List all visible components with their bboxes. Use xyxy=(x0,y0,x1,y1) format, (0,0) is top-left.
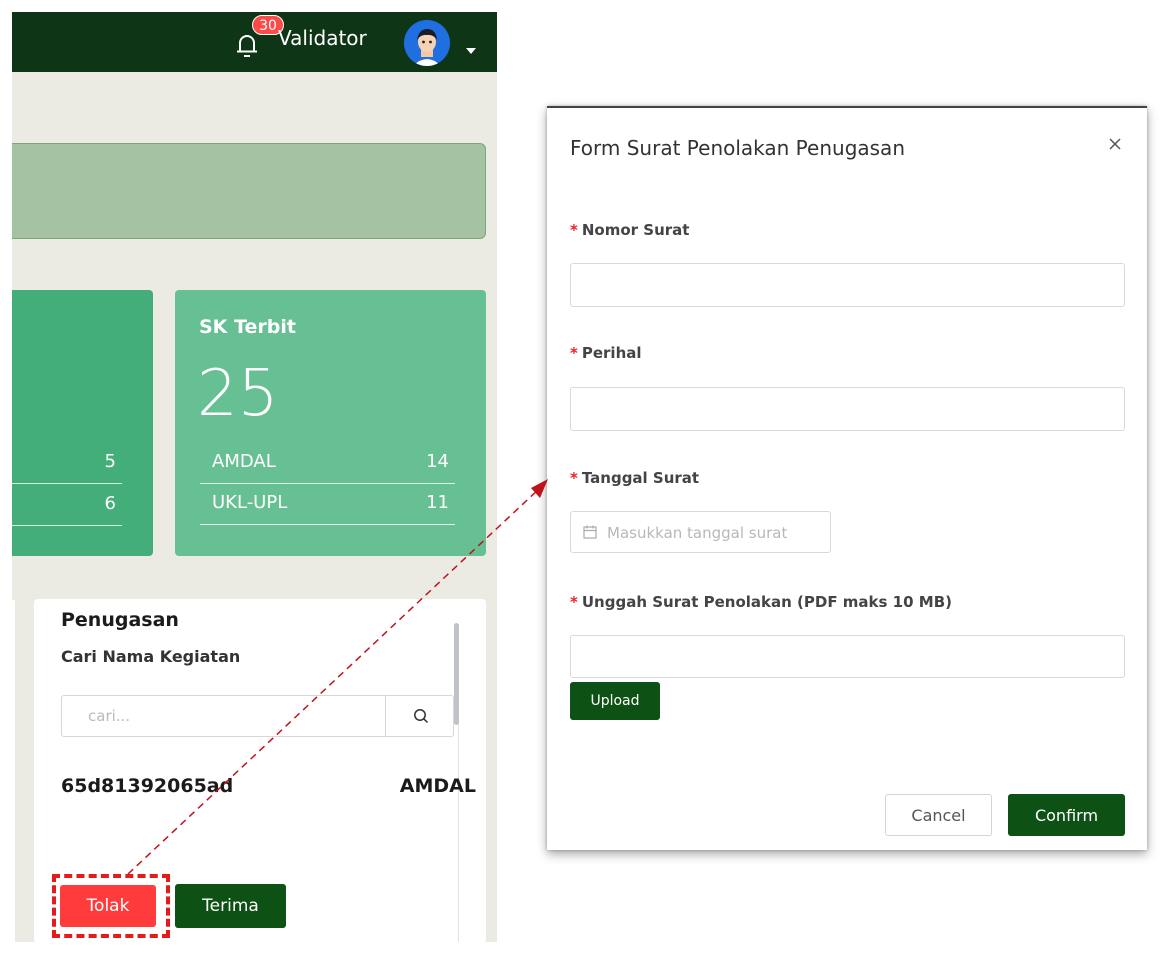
stat-row-ukl-upl: UKL-UPL 11 xyxy=(200,484,455,525)
search-label: Cari Nama Kegiatan xyxy=(61,647,241,666)
app-background: 30 Validator 5 6 SK Terbit 25 AMDAL 14 U… xyxy=(12,12,497,942)
confirm-button[interactable]: Confirm xyxy=(1008,794,1125,836)
perihal-label: * Perihal xyxy=(570,344,642,362)
stat-row-label: AMDAL xyxy=(212,451,276,472)
calendar-icon xyxy=(583,525,597,539)
search-input[interactable] xyxy=(62,696,384,736)
stat-row-value: 14 xyxy=(426,451,449,472)
tolak-highlight-box xyxy=(52,874,170,938)
panel-title: Penugasan xyxy=(61,609,179,631)
stat-card: 5 6 xyxy=(12,290,153,556)
required-mark: * xyxy=(570,221,578,239)
tanggal-surat-picker[interactable] xyxy=(570,511,831,554)
close-icon[interactable] xyxy=(1103,132,1127,156)
stat-row-value: 11 xyxy=(426,492,449,513)
username[interactable]: Validator xyxy=(278,26,367,50)
nomor-surat-label: * Nomor Surat xyxy=(570,221,689,239)
stat-row: 6 xyxy=(12,485,122,526)
tanggal-surat-label: * Tanggal Surat xyxy=(570,469,699,487)
search-icon xyxy=(414,709,429,724)
cancel-button[interactable]: Cancel xyxy=(885,794,992,836)
info-banner xyxy=(12,143,486,239)
search-box xyxy=(61,695,454,737)
caret-down-icon[interactable] xyxy=(466,48,476,54)
label-text: Tanggal Surat xyxy=(581,469,700,487)
perihal-input[interactable] xyxy=(570,387,1125,431)
unggah-label: * Unggah Surat Penolakan (PDF maks 10 MB) xyxy=(570,593,952,611)
stat-row-value: 6 xyxy=(104,493,116,514)
unggah-file-input[interactable] xyxy=(570,635,1125,678)
terima-button[interactable]: Terima xyxy=(175,884,286,928)
bell-icon[interactable] xyxy=(236,32,258,58)
tanggal-surat-input[interactable] xyxy=(605,512,829,554)
scrollbar[interactable] xyxy=(454,623,459,725)
required-mark: * xyxy=(570,344,578,362)
card-total: 25 xyxy=(197,357,279,431)
required-mark: * xyxy=(570,593,578,611)
user-avatar[interactable] xyxy=(404,20,450,66)
required-mark: * xyxy=(570,469,578,487)
rejection-form-modal: Form Surat Penolakan Penugasan * Nomor Su… xyxy=(547,106,1147,850)
kegiatan-type: AMDAL xyxy=(399,775,476,797)
card-title: SK Terbit xyxy=(199,316,296,338)
stat-row-amdal: AMDAL 14 xyxy=(200,443,455,484)
nomor-surat-input[interactable] xyxy=(570,263,1125,307)
sk-terbit-card: SK Terbit 25 AMDAL 14 UKL-UPL 11 xyxy=(175,290,486,556)
stat-row-label: UKL-UPL xyxy=(212,492,288,513)
stat-row-value: 5 xyxy=(104,451,116,472)
scroll-track xyxy=(458,724,459,942)
label-text: Unggah Surat Penolakan (PDF maks 10 MB) xyxy=(581,593,952,611)
top-navbar: 30 Validator xyxy=(12,12,497,72)
search-button[interactable] xyxy=(385,696,455,736)
upload-button[interactable]: Upload xyxy=(570,682,660,720)
modal-title: Form Surat Penolakan Penugasan xyxy=(570,136,905,160)
stat-row: 5 xyxy=(12,443,122,484)
label-text: Perihal xyxy=(581,344,642,362)
left-panel-edge xyxy=(12,600,15,942)
kegiatan-code: 65d81392065ad xyxy=(61,775,234,797)
label-text: Nomor Surat xyxy=(581,221,690,239)
